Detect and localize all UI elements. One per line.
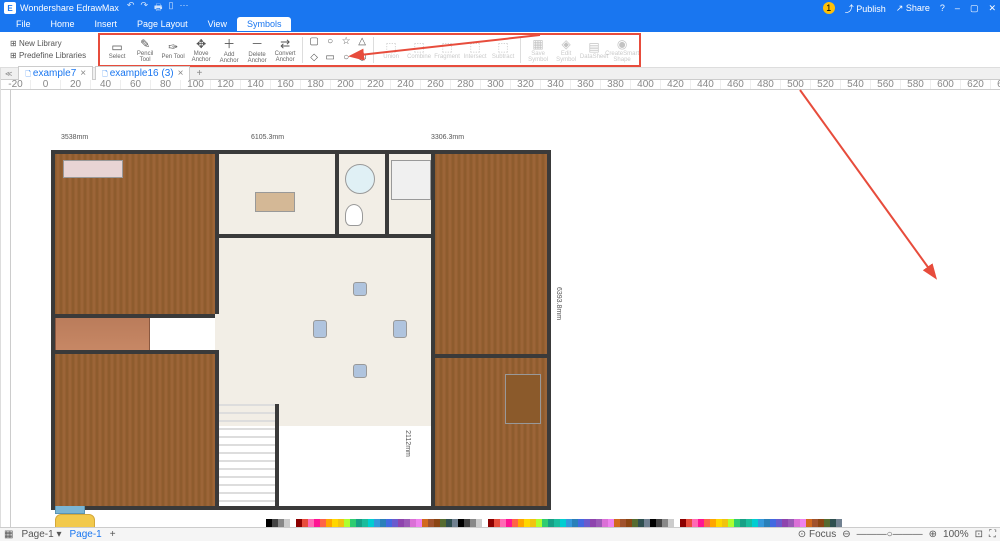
- insert-tab[interactable]: Insert: [85, 17, 128, 31]
- zoom-out-icon[interactable]: ⊖: [842, 529, 850, 540]
- help-icon[interactable]: ?: [940, 3, 945, 13]
- chair-shape: [353, 364, 367, 378]
- convert-anchor-tool[interactable]: ⇄Convert Anchor: [272, 35, 298, 65]
- chair-shape: [393, 320, 407, 338]
- rect-shape-icon: ▢: [307, 35, 321, 49]
- move-anchor-tool[interactable]: ✥Move Anchor: [188, 35, 214, 65]
- titlebar: E Wondershare EdrawMax ↶ ↷ 🖶 ▯ ⋯ 1 ⤴ Pub…: [0, 0, 1000, 16]
- ribbon: New Library Predefine Libraries ▭Select …: [0, 32, 1000, 68]
- minimize-icon[interactable]: –: [955, 3, 960, 13]
- bench-shape: [63, 160, 123, 178]
- intersect-button: ⬚Intersect: [462, 35, 488, 65]
- fit-icon[interactable]: ⊡: [975, 529, 983, 540]
- page-current[interactable]: Page-1: [70, 529, 102, 540]
- triangle-shape-icon: △: [355, 35, 369, 49]
- app-logo: E: [4, 2, 16, 14]
- edit-symbol-button: ◈Edit Symbol: [553, 35, 579, 65]
- pen-tool[interactable]: ✑Pen Tool: [160, 35, 186, 65]
- dimension-label: 6105.3mm: [251, 134, 284, 141]
- predefine-libraries-button[interactable]: Predefine Libraries: [6, 50, 90, 61]
- fullscreen-icon[interactable]: ⛶: [989, 529, 996, 540]
- ruler-vertical: [1, 90, 11, 527]
- chair-shape: [313, 320, 327, 338]
- delete-anchor-tool[interactable]: －Delete Anchor: [244, 35, 270, 65]
- symbols-tab[interactable]: Symbols: [237, 17, 292, 31]
- focus-button[interactable]: ⊙ Focus: [798, 529, 836, 540]
- redo-icon[interactable]: ↷: [140, 0, 148, 16]
- view-tab[interactable]: View: [198, 17, 237, 31]
- datasheet-button: ▤DataSheet: [581, 35, 607, 65]
- coffee-table-shape: [255, 192, 295, 212]
- ruler-horizontal: -200204060801001201401601802002202402602…: [1, 80, 1000, 90]
- subtract-button: ⬚Subtract: [490, 35, 516, 65]
- new-library-button[interactable]: New Library: [6, 38, 90, 49]
- createsmart-button: ◉CreateSmart Shape: [609, 35, 635, 65]
- zoom-value[interactable]: 100%: [943, 529, 969, 540]
- dimension-label: 3306.3mm: [431, 134, 464, 141]
- document-tabs: ≪ 🗋 example7× 🗋 example16 (3)× +: [1, 68, 1000, 80]
- maximize-icon[interactable]: ▢: [970, 3, 979, 14]
- add-page-icon[interactable]: +: [110, 529, 116, 540]
- close-icon[interactable]: ✕: [988, 3, 996, 14]
- zoom-in-icon[interactable]: ⊕: [929, 529, 937, 540]
- combine-button: ⬚Combine: [406, 35, 432, 65]
- qat-icon[interactable]: ▯: [168, 0, 173, 16]
- star-shape-icon: ☆: [339, 35, 353, 49]
- add-tab-button[interactable]: +: [196, 68, 202, 79]
- toilet-shape: [345, 204, 363, 226]
- app-title: Wondershare EdrawMax: [20, 3, 119, 13]
- union-button: ⬚Union: [378, 35, 404, 65]
- pagelayout-tab[interactable]: Page Layout: [127, 17, 198, 31]
- user-badge[interactable]: 1: [823, 2, 835, 14]
- dimension-label: 6393.8mm: [555, 287, 562, 320]
- print-icon[interactable]: 🖶: [154, 0, 163, 16]
- share-button[interactable]: ↗ Share: [896, 3, 930, 14]
- pencil-tool[interactable]: ✎Pencil Tool: [132, 35, 158, 65]
- hexagon-shape-icon: ⬡: [355, 51, 369, 65]
- roundrect-shape-icon: ▭: [323, 51, 337, 65]
- file-tab[interactable]: File: [6, 17, 41, 31]
- menubar: File Home Insert Page Layout View Symbol…: [0, 16, 1000, 32]
- home-tab[interactable]: Home: [41, 17, 85, 31]
- fragment-button: ⬚Fragment: [434, 35, 460, 65]
- statusbar: ▦ Page-1 ▾ Page-1 + ⊙ Focus ⊖ ———○——— ⊕ …: [0, 527, 1000, 541]
- shape-palette[interactable]: ▢○☆△ ◇▭○⬡: [307, 35, 369, 65]
- qat-more-icon[interactable]: ⋯: [179, 0, 188, 16]
- ellipse-shape-icon: ○: [339, 51, 353, 65]
- page-grid-icon[interactable]: ▦: [4, 529, 13, 540]
- undo-icon[interactable]: ↶: [127, 0, 135, 16]
- color-strip[interactable]: [266, 519, 842, 527]
- dimension-label: 3538mm: [61, 134, 88, 141]
- publish-button[interactable]: ⤴ Publish: [845, 2, 886, 15]
- chair-shape: [353, 282, 367, 296]
- quick-access-toolbar: ↶ ↷ 🖶 ▯ ⋯: [127, 0, 189, 16]
- circle-shape-icon: ○: [323, 35, 337, 49]
- diamond-shape-icon: ◇: [307, 51, 321, 65]
- select-tool[interactable]: ▭Select: [104, 35, 130, 65]
- floorplan: 3538mm 6105.3mm 3306.3mm 6393.8mm 2112mm: [31, 120, 541, 490]
- add-anchor-tool[interactable]: ＋Add Anchor: [216, 35, 242, 65]
- car-shape: [55, 514, 95, 527]
- wardrobe-shape: [505, 374, 541, 424]
- canvas-area: ≪ 🗋 example7× 🗋 example16 (3)× + -200204…: [1, 68, 1000, 527]
- canvas[interactable]: 3538mm 6105.3mm 3306.3mm 6393.8mm 2112mm: [11, 90, 1000, 527]
- ribbon-highlight: ▭Select ✎Pencil Tool ✑Pen Tool ✥Move Anc…: [98, 33, 641, 67]
- sink-shape: [345, 164, 375, 194]
- save-symbol-button: ▦Save Symbol: [525, 35, 551, 65]
- page-dropdown[interactable]: Page-1 ▾: [21, 529, 61, 540]
- shower-shape: [391, 160, 431, 200]
